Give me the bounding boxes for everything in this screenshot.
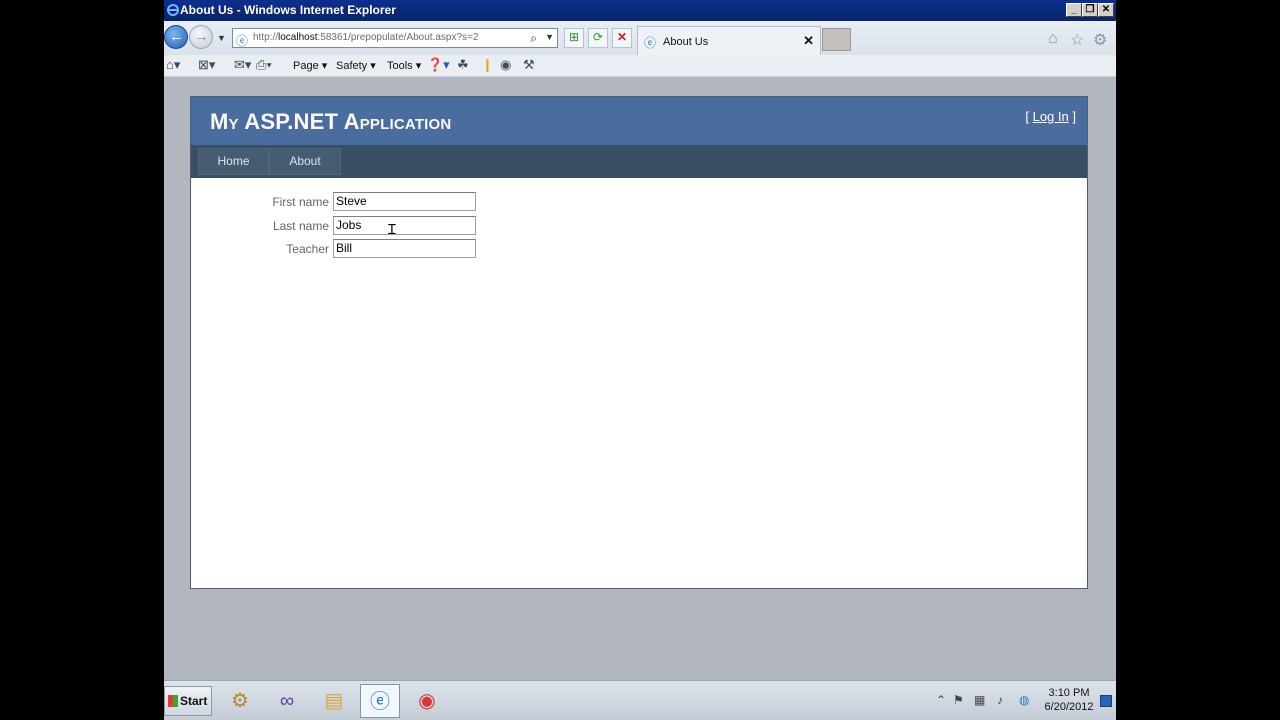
screen: About Us - Windows Internet Explorer _ ❐… xyxy=(164,0,1116,720)
login-link[interactable]: Log In xyxy=(1033,109,1069,124)
file-explorer-icon[interactable]: ▤ xyxy=(314,684,354,718)
title-bar: About Us - Windows Internet Explorer _ ❐… xyxy=(164,0,1116,21)
clock-date: 6/20/2012 xyxy=(1044,701,1094,713)
text-cursor-icon: Ɪ xyxy=(388,221,396,237)
accessibility-eye-icon[interactable]: ◉ xyxy=(500,57,511,73)
menu-item-home[interactable]: Home xyxy=(198,148,269,175)
chrome-icon[interactable]: ◉ xyxy=(407,684,447,718)
tray-globe-icon[interactable]: ◍ xyxy=(1019,693,1029,707)
new-tab-button[interactable] xyxy=(822,28,851,51)
start-button[interactable]: Start xyxy=(164,686,212,716)
print-icon[interactable]: ⎙▾ xyxy=(256,57,272,73)
close-window-button[interactable]: ✕ xyxy=(1098,3,1114,17)
first-name-field[interactable]: Steve xyxy=(333,192,476,211)
page-viewport: My ASP.NET Application [ Log In ] Home A… xyxy=(164,77,1116,680)
stop-button[interactable]: ✕ xyxy=(612,28,632,48)
teacher-field[interactable]: Bill xyxy=(333,239,476,258)
home-icon[interactable]: ⌂ xyxy=(1048,30,1058,48)
page-menu[interactable]: Page ▾ xyxy=(293,59,327,72)
taskbar: Start ⚙ ∞ ▤ ⓔ ◉ ⌃ ⚑ ▦ ♪ ◍ 3:10 PM 6/20/2… xyxy=(164,680,1116,720)
research-icon[interactable]: ☘ xyxy=(457,57,469,73)
address-row: ← → ▼ ⓔ http://localhost:58361/prepopula… xyxy=(164,21,1116,56)
tab-ie-icon: ⓔ xyxy=(644,36,657,50)
first-name-label: First name xyxy=(272,195,329,209)
command-bar: ⌂▾ ⊠▾ ✉▾ ⎙▾ Page ▾ Safety ▾ Tools ▾ ❓▾ ☘… xyxy=(164,55,1116,77)
url-text[interactable]: http://localhost:58361/prepopulate/About… xyxy=(253,32,478,43)
back-arrow-icon: ← xyxy=(169,28,184,45)
address-dropdown-icon[interactable]: ▼ xyxy=(545,32,554,42)
site-menu: Home About xyxy=(191,145,1087,178)
last-name-label: Last name xyxy=(272,219,329,233)
tools-menu[interactable]: Tools ▾ xyxy=(387,59,421,72)
tools-gear-icon[interactable]: ⚙ xyxy=(1093,30,1107,50)
visual-studio-icon[interactable]: ∞ xyxy=(267,684,307,718)
help-icon[interactable]: ❓▾ xyxy=(427,57,450,73)
minimize-button[interactable]: _ xyxy=(1066,3,1082,17)
mail-icon[interactable]: ✉▾ xyxy=(234,57,251,73)
compatibility-view-button[interactable]: ⊞ xyxy=(564,28,584,48)
forward-button[interactable]: → xyxy=(189,25,213,49)
window-title: About Us - Windows Internet Explorer xyxy=(180,3,396,17)
home-cmd-icon[interactable]: ⌂▾ xyxy=(166,57,180,73)
teacher-label: Teacher xyxy=(286,242,329,256)
refresh-button[interactable]: ⟳ xyxy=(588,28,608,48)
developer-tools-icon[interactable]: ⚒ xyxy=(523,57,535,73)
tray-expand-icon[interactable]: ⌃ xyxy=(936,693,946,707)
site-header: My ASP.NET Application [ Log In ] xyxy=(191,97,1087,145)
tray-volume-icon[interactable]: ♪ xyxy=(997,693,1003,707)
menu-item-about[interactable]: About xyxy=(269,148,341,175)
clock[interactable]: 3:10 PM 6/20/2012 xyxy=(1039,686,1099,714)
tray-action-center-icon[interactable]: ⚑ xyxy=(953,693,964,707)
tray-network-icon[interactable]: ▦ xyxy=(974,693,985,707)
tab-label: About Us xyxy=(663,36,709,48)
restore-button[interactable]: ❐ xyxy=(1082,3,1098,17)
page-ie-icon: ⓔ xyxy=(236,34,249,48)
web-page: My ASP.NET Application [ Log In ] Home A… xyxy=(190,96,1088,589)
clock-time: 3:10 PM xyxy=(1048,687,1090,699)
server-manager-icon[interactable]: ⚙ xyxy=(220,684,260,718)
back-button[interactable]: ← xyxy=(164,25,188,49)
tab-close-icon[interactable]: ✕ xyxy=(803,33,814,49)
tab-about-us[interactable]: ⓔ About Us ✕ xyxy=(637,26,821,56)
site-title: My ASP.NET Application xyxy=(210,109,452,134)
address-bar[interactable]: ⓔ http://localhost:58361/prepopulate/Abo… xyxy=(232,28,558,48)
onenote-icon[interactable]: ❙ xyxy=(482,57,493,73)
windows-flag-icon xyxy=(168,695,178,707)
forward-arrow-icon: → xyxy=(194,28,209,45)
last-name-field[interactable]: Jobs xyxy=(333,216,476,235)
safety-menu[interactable]: Safety ▾ xyxy=(336,59,376,72)
login-area: [ Log In ] xyxy=(1025,109,1076,124)
feeds-icon[interactable]: ⊠▾ xyxy=(198,57,215,73)
recent-pages-dropdown-icon[interactable]: ▼ xyxy=(217,33,226,43)
search-icon[interactable]: ⌕ xyxy=(530,31,537,46)
show-desktop-button[interactable] xyxy=(1100,695,1112,707)
favorites-star-icon[interactable]: ☆ xyxy=(1070,30,1084,50)
ie-logo-icon xyxy=(166,3,180,17)
internet-explorer-taskbar-icon[interactable]: ⓔ xyxy=(360,684,400,718)
